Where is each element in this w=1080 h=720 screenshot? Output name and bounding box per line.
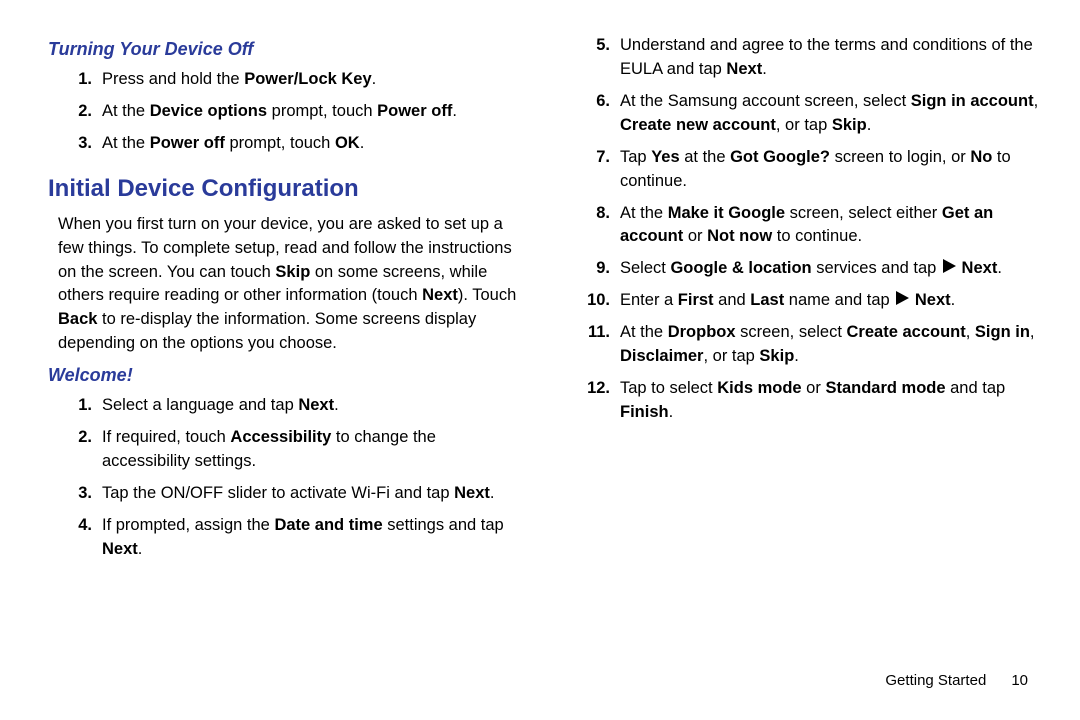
- list-item: 9.Select Google & location services and …: [566, 257, 1040, 281]
- welcome-list-right: 5.Understand and agree to the terms and …: [566, 34, 1040, 425]
- list-number: 11.: [566, 321, 620, 369]
- welcome-list-left: 1.Select a language and tap Next.2.If re…: [48, 394, 522, 562]
- list-body: Tap to select Kids mode or Standard mode…: [620, 377, 1040, 425]
- list-item: 3.At the Power off prompt, touch OK.: [48, 132, 522, 156]
- list-body: Press and hold the Power/Lock Key.: [102, 68, 522, 92]
- list-item: 6.At the Samsung account screen, select …: [566, 90, 1040, 138]
- list-item: 2.At the Device options prompt, touch Po…: [48, 100, 522, 124]
- turning-off-list: 1.Press and hold the Power/Lock Key.2.At…: [48, 68, 522, 156]
- list-number: 6.: [566, 90, 620, 138]
- list-body: Understand and agree to the terms and co…: [620, 34, 1040, 82]
- right-column: 5.Understand and agree to the terms and …: [566, 30, 1040, 570]
- list-number: 2.: [48, 426, 102, 474]
- list-number: 10.: [566, 289, 620, 313]
- intro-paragraph: When you first turn on your device, you …: [58, 213, 522, 357]
- list-number: 12.: [566, 377, 620, 425]
- list-number: 8.: [566, 202, 620, 250]
- list-body: Tap Yes at the Got Google? screen to log…: [620, 146, 1040, 194]
- play-triangle-icon: [941, 258, 957, 274]
- play-triangle-icon: [894, 290, 910, 306]
- list-number: 1.: [48, 68, 102, 92]
- list-item: 3.Tap the ON/OFF slider to activate Wi-F…: [48, 482, 522, 506]
- list-item: 2.If required, touch Accessibility to ch…: [48, 426, 522, 474]
- list-body: If required, touch Accessibility to chan…: [102, 426, 522, 474]
- list-body: At the Make it Google screen, select eit…: [620, 202, 1040, 250]
- list-number: 3.: [48, 132, 102, 156]
- list-number: 1.: [48, 394, 102, 418]
- list-number: 5.: [566, 34, 620, 82]
- list-item: 12.Tap to select Kids mode or Standard m…: [566, 377, 1040, 425]
- list-body: Tap the ON/OFF slider to activate Wi-Fi …: [102, 482, 522, 506]
- list-body: At the Power off prompt, touch OK.: [102, 132, 522, 156]
- footer-page-number: 10: [1011, 672, 1028, 689]
- page-footer: Getting Started 10: [885, 670, 1028, 692]
- list-item: 8.At the Make it Google screen, select e…: [566, 202, 1040, 250]
- list-item: 4.If prompted, assign the Date and time …: [48, 514, 522, 562]
- list-body: Select Google & location services and ta…: [620, 257, 1040, 281]
- footer-section: Getting Started: [885, 672, 986, 689]
- list-body: Select a language and tap Next.: [102, 394, 522, 418]
- list-body: If prompted, assign the Date and time se…: [102, 514, 522, 562]
- list-body: At the Samsung account screen, select Si…: [620, 90, 1040, 138]
- list-body: At the Device options prompt, touch Powe…: [102, 100, 522, 124]
- list-item: 1.Press and hold the Power/Lock Key.: [48, 68, 522, 92]
- list-item: 7.Tap Yes at the Got Google? screen to l…: [566, 146, 1040, 194]
- list-body: At the Dropbox screen, select Create acc…: [620, 321, 1040, 369]
- list-number: 7.: [566, 146, 620, 194]
- list-item: 10.Enter a First and Last name and tap N…: [566, 289, 1040, 313]
- subheading-turning-off: Turning Your Device Off: [48, 36, 522, 62]
- list-number: 3.: [48, 482, 102, 506]
- list-number: 4.: [48, 514, 102, 562]
- list-body: Enter a First and Last name and tap Next…: [620, 289, 1040, 313]
- list-item: 11.At the Dropbox screen, select Create …: [566, 321, 1040, 369]
- list-number: 9.: [566, 257, 620, 281]
- page: Turning Your Device Off 1.Press and hold…: [0, 0, 1080, 570]
- left-column: Turning Your Device Off 1.Press and hold…: [48, 30, 522, 570]
- list-number: 2.: [48, 100, 102, 124]
- subheading-welcome: Welcome!: [48, 362, 522, 388]
- heading-initial-config: Initial Device Configuration: [48, 172, 522, 207]
- list-item: 1.Select a language and tap Next.: [48, 394, 522, 418]
- list-item: 5.Understand and agree to the terms and …: [566, 34, 1040, 82]
